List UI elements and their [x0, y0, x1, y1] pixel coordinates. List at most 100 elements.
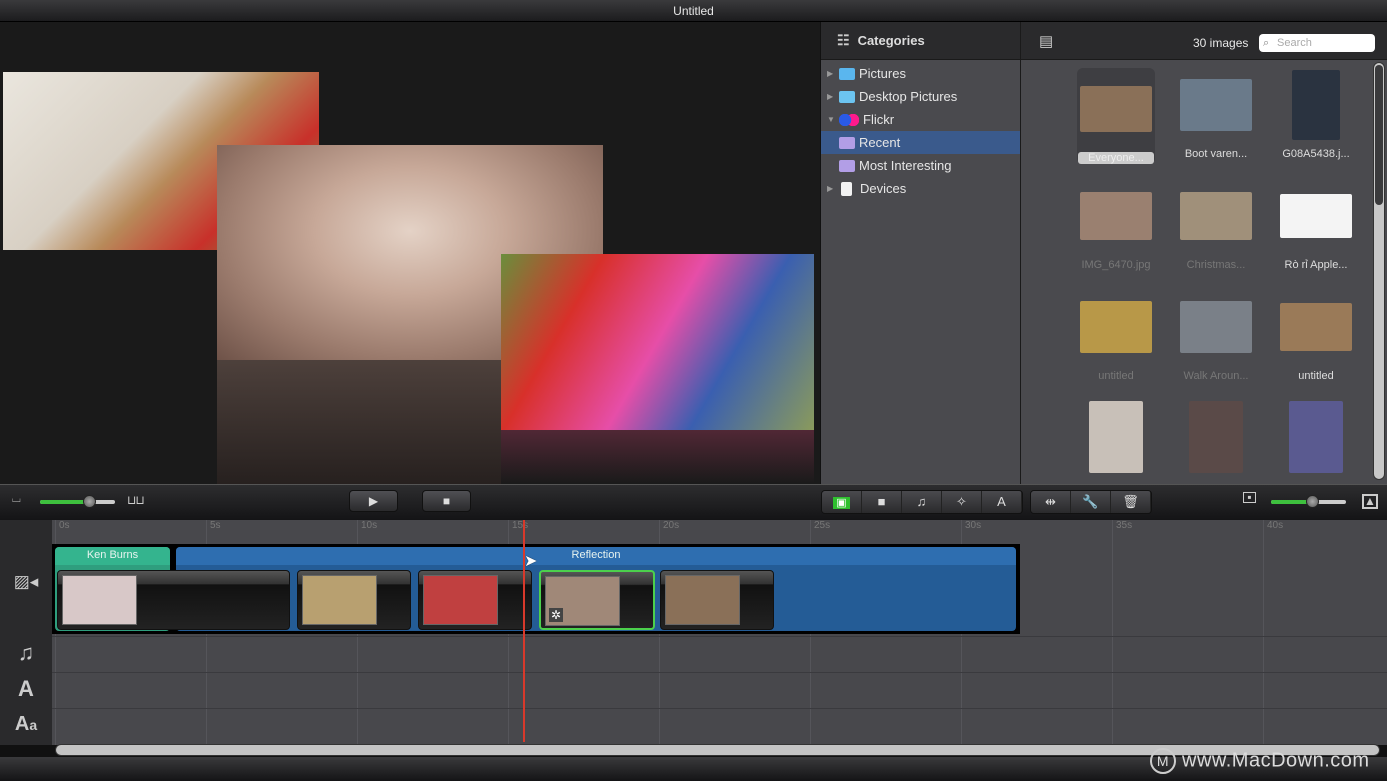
folder-icon: [839, 90, 855, 103]
search-input[interactable]: ⌕ Search: [1259, 34, 1375, 52]
slider-knob[interactable]: [82, 495, 96, 508]
timeline-clip-girls-on-playground[interactable]: [418, 570, 532, 630]
ruler-icon[interactable]: ⊔⊔: [127, 493, 145, 507]
track-header: ▨◂ ♫ A Aa: [0, 520, 52, 745]
text-tool-icon: A: [997, 494, 1006, 509]
sidebar-item-devices[interactable]: ▶ Devices: [821, 177, 1020, 200]
sidebar-item-label: Flickr: [863, 112, 895, 127]
transition-label: Reflection: [176, 547, 1016, 565]
flickr-icon: [839, 113, 859, 126]
preview-photo-playground-reflection: [501, 430, 814, 484]
window-title: Untitled: [673, 4, 714, 18]
image-item[interactable]: [1066, 401, 1166, 477]
delete-tool-icon: 🗑: [1122, 494, 1139, 509]
image-item[interactable]: Walk Aroun...: [1166, 290, 1266, 382]
browser-header: ▤ 30 images ⌕ Search: [1021, 22, 1387, 60]
image-item[interactable]: Christmas...: [1166, 179, 1266, 271]
timeline-clip-kitten[interactable]: [660, 570, 774, 630]
effects-tool-button[interactable]: ✧: [942, 491, 982, 513]
disclosure-collapsed-icon[interactable]: ▶: [827, 92, 837, 101]
tool-segment: ▣ ■ ♫ ✧ A: [821, 490, 1023, 514]
zoom-out-icon[interactable]: ⌴: [12, 493, 21, 506]
image-item[interactable]: G08A5438.j...: [1266, 68, 1366, 160]
image-thumbnail: [1089, 401, 1143, 473]
clip-thumbnail: [62, 575, 137, 625]
timeline-zoom-slider[interactable]: [40, 495, 115, 508]
video-tool-button[interactable]: ■: [862, 491, 902, 513]
timeline[interactable]: ▨◂ ♫ A Aa 0s 5s 10s 15s 20s 25s 30s 35s 40s Ken …: [0, 520, 1387, 745]
slideshow-preview[interactable]: [0, 22, 820, 484]
title-track[interactable]: [52, 672, 1387, 708]
photo-tool-icon: ▣: [833, 497, 850, 509]
disclosure-collapsed-icon[interactable]: ▶: [827, 69, 837, 78]
image-item[interactable]: [1266, 401, 1366, 477]
categories-header: ☷ Categories: [821, 22, 1020, 60]
image-thumbnail: [1180, 79, 1252, 131]
window-titlebar: Untitled: [0, 0, 1387, 22]
timeline-clip-kids-with-apples[interactable]: [297, 570, 411, 630]
sidebar-item-pictures[interactable]: ▶ Pictures: [821, 62, 1020, 85]
stop-button[interactable]: ■: [422, 490, 471, 512]
image-thumbnail: [1180, 301, 1252, 353]
preview-photo-playground: [501, 254, 814, 430]
image-item[interactable]: untitled: [1266, 290, 1366, 382]
timeline-clip-newborn-baby[interactable]: ✲: [539, 570, 655, 630]
info-icon[interactable]: ▤: [1039, 32, 1053, 50]
image-caption: untitled: [1298, 370, 1334, 382]
split-tool-button[interactable]: ⇹: [1031, 491, 1071, 513]
settings-tool-icon: 🔧: [1082, 494, 1099, 509]
settings-tool-button[interactable]: 🔧: [1071, 491, 1111, 513]
image-thumbnail: [1080, 192, 1152, 240]
edit-tool-segment: ⇹ 🔧 🗑: [1030, 490, 1152, 514]
clip-thumbnail: [302, 575, 377, 625]
browser-scrollbar[interactable]: [1373, 62, 1385, 480]
image-thumbnail: [1292, 70, 1340, 140]
categories-title: Categories: [857, 33, 925, 48]
preview-photo-newborn-reflection: [217, 360, 501, 484]
sidebar-item-label: Recent: [859, 135, 901, 150]
thumbnail-size-slider[interactable]: [1271, 495, 1346, 508]
image-caption: G08A5438.j...: [1282, 148, 1350, 160]
watermark-text: www.MacDown.com: [1182, 749, 1370, 772]
list-icon: ☷: [837, 32, 850, 48]
caption-track[interactable]: [52, 708, 1387, 744]
sidebar-item-flickr[interactable]: ▼ Flickr: [821, 108, 1020, 131]
sidebar-item-label: Desktop Pictures: [859, 89, 958, 104]
effects-tool-icon: ✧: [956, 494, 967, 509]
image-caption: IMG_6470.jpg: [1081, 259, 1151, 271]
image-item[interactable]: untitled: [1066, 290, 1166, 382]
sidebar-item-most-interesting[interactable]: Most Interesting: [821, 154, 1020, 177]
disclosure-collapsed-icon[interactable]: ▶: [827, 184, 837, 193]
gear-icon[interactable]: ✲: [549, 608, 564, 622]
timeline-clip-twin-babies[interactable]: [57, 570, 290, 630]
scrollbar-thumb[interactable]: [1375, 65, 1383, 205]
title-track-icon: A: [18, 676, 34, 701]
image-thumbnail: [1280, 194, 1352, 238]
play-button[interactable]: ▶: [349, 490, 398, 512]
text-tool-button[interactable]: A: [982, 491, 1022, 513]
delete-tool-button[interactable]: 🗑: [1111, 491, 1151, 513]
music-track[interactable]: [52, 636, 1387, 672]
photo-tool-button[interactable]: ▣: [822, 491, 862, 513]
image-item[interactable]: IMG_6470.jpg: [1066, 179, 1166, 271]
image-caption: Boot varen...: [1184, 148, 1248, 160]
stop-icon: ■: [442, 494, 451, 508]
sidebar-item-label: Devices: [860, 181, 907, 196]
sidebar-item-recent[interactable]: Recent: [821, 131, 1020, 154]
image-item[interactable]: Boot varen...: [1166, 68, 1266, 160]
image-browser: ▤ 30 images ⌕ Search Everyone... Boot var…: [1020, 22, 1387, 484]
image-item[interactable]: Rò rỉ Apple...: [1266, 179, 1366, 271]
slider-knob[interactable]: [1306, 495, 1320, 508]
music-tool-button[interactable]: ♫: [902, 491, 942, 513]
image-caption: untitled: [1098, 370, 1134, 382]
image-item[interactable]: [1166, 401, 1266, 477]
sidebar-item-desktop-pictures[interactable]: ▶ Desktop Pictures: [821, 85, 1020, 108]
sidebar-item-label: Pictures: [859, 66, 906, 81]
small-thumbnail-icon[interactable]: ▪: [1243, 491, 1256, 503]
image-item[interactable]: Everyone...: [1077, 68, 1155, 164]
smart-folder-icon: [839, 159, 855, 172]
disclosure-expanded-icon[interactable]: ▼: [827, 115, 837, 124]
large-thumbnail-icon[interactable]: ▲: [1362, 494, 1378, 509]
image-caption: Christmas...: [1186, 259, 1246, 271]
sidebar-item-label: Most Interesting: [859, 158, 952, 173]
